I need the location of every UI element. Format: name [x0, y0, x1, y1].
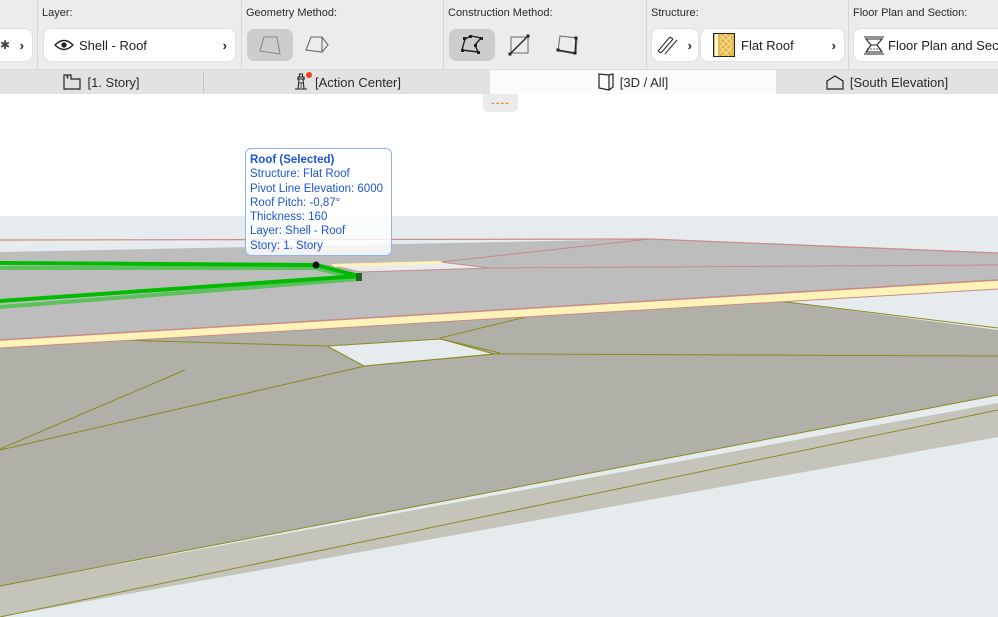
- viewport-drag-handle[interactable]: ----: [483, 94, 518, 112]
- tab-3d-all[interactable]: [3D / All]: [490, 70, 776, 94]
- insulation-swatch-icon: [713, 33, 735, 57]
- element-info-tooltip: Roof (Selected) Structure: Flat Roof Piv…: [245, 148, 392, 256]
- composite-structure-icon: [657, 36, 678, 55]
- polygonal-construction-icon: [461, 35, 483, 54]
- rectangle-construction-icon: [508, 34, 530, 56]
- 3d-box-icon: [598, 73, 614, 91]
- layer-value: Shell - Roof: [79, 37, 147, 53]
- toolbar-group-partial: ✱ ›: [0, 0, 38, 70]
- tab-label: [1. Story]: [87, 74, 140, 90]
- chevron-right-icon: ›: [687, 38, 692, 53]
- 3d-scene[interactable]: [0, 94, 998, 617]
- floor-plan-section-label: Floor Plan and Section:: [853, 7, 968, 19]
- tab-south-elevation[interactable]: [South Elevation]: [776, 70, 998, 94]
- tooltip-title: Roof (Selected): [250, 154, 335, 166]
- simple-polygon-button[interactable]: [247, 29, 293, 61]
- structure-group: Structure: › Flat Roof ›: [647, 0, 849, 70]
- tooltip-line: Layer: Shell - Roof: [250, 225, 346, 238]
- construction-method-label: Construction Method:: [448, 7, 553, 19]
- tab-1-story[interactable]: [1. Story]: [0, 70, 203, 94]
- tab-bar: [1. Story] [Action Center] [3D / All] [S…: [0, 70, 998, 94]
- selection-hotspot[interactable]: [312, 261, 320, 269]
- eye-icon: [54, 39, 74, 51]
- geometry-method-group: Geometry Method:: [242, 0, 444, 70]
- tab-label: [3D / All]: [619, 74, 669, 90]
- simple-polygon-icon: [259, 36, 281, 55]
- structure-type-dropdown[interactable]: ›: [652, 29, 698, 61]
- structure-value: Flat Roof: [741, 37, 794, 53]
- layer-label: Layer:: [42, 7, 73, 19]
- structure-dropdown[interactable]: Flat Roof ›: [701, 29, 844, 61]
- layer-group: Layer: Shell - Roof ›: [38, 0, 242, 70]
- polygonal-construction-button[interactable]: [449, 29, 495, 61]
- selection-hotspot[interactable]: [356, 273, 362, 281]
- tab-label: [Action Center]: [315, 74, 401, 90]
- tooltip-line: Roof Pitch: -0,87°: [250, 196, 341, 209]
- background-upper: [0, 94, 998, 216]
- polyroof-icon: [305, 36, 329, 53]
- notification-badge: [306, 72, 312, 78]
- rotated-rectangle-construction-button[interactable]: [544, 29, 590, 61]
- lighthouse-icon: [293, 72, 312, 91]
- story-plan-icon: [63, 74, 82, 90]
- tab-label: [South Elevation]: [849, 74, 949, 90]
- floor-plan-section-dropdown[interactable]: Floor Plan and Sect: [854, 29, 998, 61]
- tooltip-line: Structure: Flat Roof: [250, 168, 350, 181]
- geometry-method-label: Geometry Method:: [246, 7, 338, 19]
- rotated-rectangle-construction-icon: [556, 35, 578, 55]
- rectangle-construction-button[interactable]: [496, 29, 542, 61]
- construction-method-group: Construction Method:: [444, 0, 647, 70]
- structure-label: Structure:: [651, 7, 699, 19]
- tooltip-line: Pivot Line Elevation: 6000: [250, 182, 383, 195]
- chevron-right-icon: ›: [19, 38, 24, 53]
- tab-action-center[interactable]: [Action Center]: [204, 70, 490, 94]
- floor-plan-section-icon: [864, 36, 884, 55]
- partial-dropdown[interactable]: ✱ ›: [0, 29, 32, 61]
- chevron-right-icon: ›: [222, 38, 227, 53]
- layer-dropdown[interactable]: Shell - Roof ›: [44, 29, 235, 61]
- polyroof-button[interactable]: [294, 29, 340, 61]
- tooltip-line: Thickness: 160: [250, 211, 328, 224]
- elevation-house-icon: [826, 74, 844, 90]
- floor-plan-section-value: Floor Plan and Sect: [888, 37, 998, 53]
- gear-icon: ✱: [0, 38, 11, 52]
- info-box-toolbar: ✱ › Layer: Shell - Roof › Geometry Metho…: [0, 0, 998, 70]
- chevron-right-icon: ›: [831, 38, 836, 53]
- 3d-viewport[interactable]: ---- Roof (Selected) Structure: Flat Roo…: [0, 94, 998, 617]
- floor-plan-section-group: Floor Plan and Section: Floor Plan and S…: [849, 0, 998, 70]
- tooltip-line: Story: 1. Story: [250, 239, 323, 252]
